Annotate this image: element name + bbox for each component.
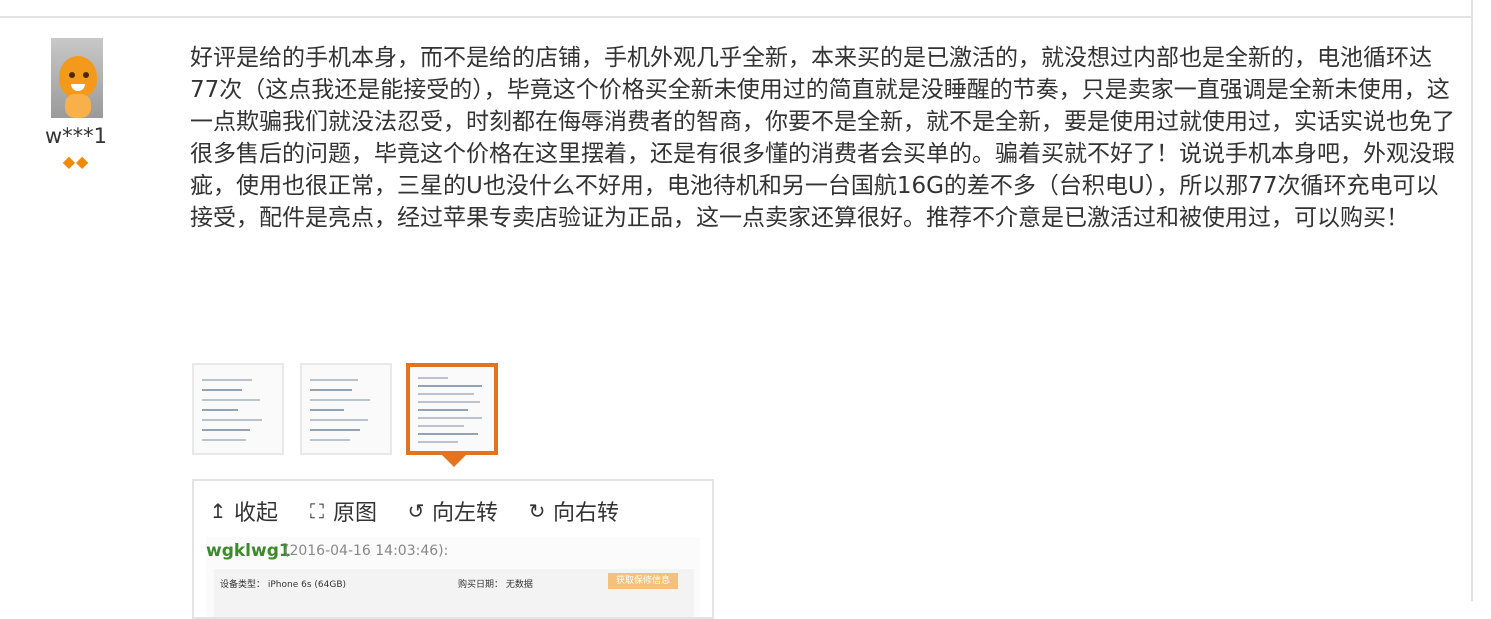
rotate-right-button[interactable]: ↻ 向右转 — [525, 495, 619, 527]
selected-thumbnail-caret — [442, 455, 466, 467]
review-text: 好评是给的手机本身，而不是给的店铺，手机外观几乎全新，本来买的是已激活的，就没想… — [190, 45, 1455, 231]
enlarged-image: wgklwg1 (2016-04-16 14:03:46): 设备类型： iPh… — [206, 537, 700, 617]
viewer-toolbar: ↥ 收起 ⛶ 原图 ↺ 向左转 ↻ 向右转 — [206, 495, 639, 527]
review-thumbnail-3[interactable] — [406, 363, 498, 455]
preview-username: wgklwg1 — [206, 541, 291, 561]
scrollbar-track[interactable] — [1471, 0, 1491, 601]
reviewer-info: w***1 ◆◆ — [40, 38, 150, 171]
original-image-button[interactable]: ⛶ 原图 — [305, 495, 377, 527]
preview-warranty-button: 获取保修信息 — [608, 573, 678, 589]
original-image-label: 原图 — [333, 501, 378, 526]
reviewer-name: w***1 — [44, 124, 108, 148]
collapse-button[interactable]: ↥ 收起 — [206, 495, 278, 527]
review-thumbnail-2[interactable] — [300, 363, 392, 455]
rotate-left-label: 向左转 — [432, 501, 499, 526]
preview-timestamp: (2016-04-16 14:03:46): — [284, 543, 449, 559]
review-thumbnail-1[interactable] — [192, 363, 284, 455]
rotate-left-icon: ↺ — [407, 499, 425, 523]
image-viewer: ↥ 收起 ⛶ 原图 ↺ 向左转 ↻ 向右转 wgklwg1 (2016-04-1… — [192, 479, 714, 619]
diamond-badge-icon: ◆◆ — [62, 152, 90, 171]
preview-device-type: 设备类型： iPhone 6s (64GB) — [220, 580, 347, 590]
rotate-right-icon: ↻ — [528, 499, 546, 523]
expand-icon: ⛶ — [310, 499, 325, 523]
collapse-label: 收起 — [234, 501, 279, 526]
avatar[interactable] — [51, 38, 103, 118]
rotate-left-button[interactable]: ↺ 向左转 — [404, 495, 498, 527]
top-divider — [0, 16, 1471, 18]
preview-purchase-date: 购买日期： 无数据 — [458, 580, 533, 590]
rotate-right-label: 向右转 — [553, 501, 620, 526]
collapse-arrow-icon: ↥ — [209, 499, 227, 523]
